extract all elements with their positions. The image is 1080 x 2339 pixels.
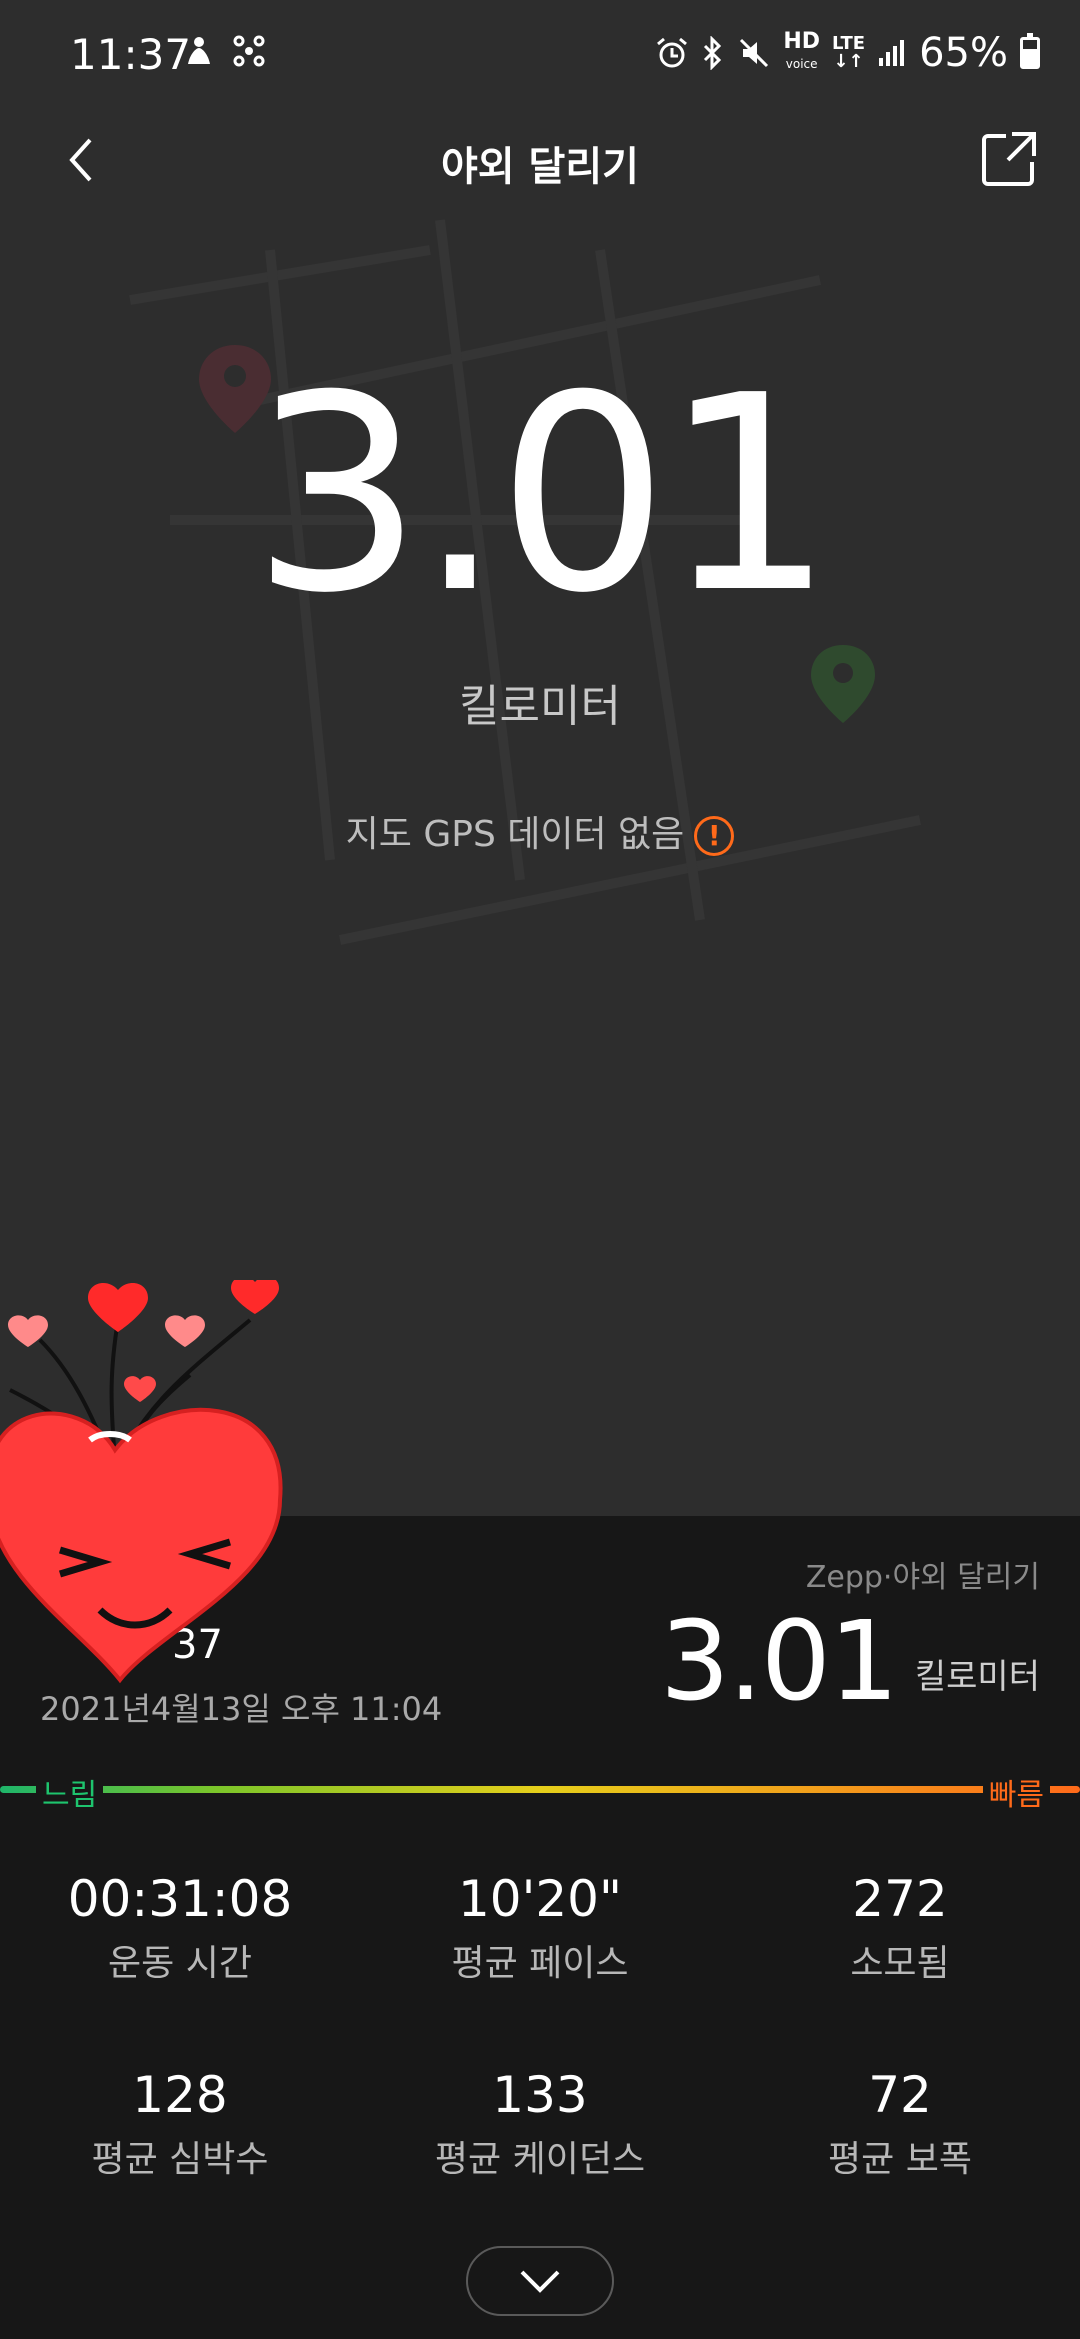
top-bar: 야외 달리기 [0, 116, 1080, 206]
hd-voice-indicator: HD voice [783, 29, 821, 72]
stat-value: 133 [492, 2066, 588, 2124]
stat-value: 00:31:08 [67, 1870, 293, 1928]
stat-label: 평균 페이스 [451, 1943, 629, 1984]
share-button[interactable] [978, 128, 1040, 190]
activity-source: Zepp·야외 달리기 [805, 1560, 1040, 1595]
stat-avg-cadence: 133 평균 케이던스 [360, 2066, 720, 2182]
distance-unit: 킬로미터 [459, 681, 621, 732]
stat-avg-stride: 72 평균 보폭 [720, 2066, 1080, 2182]
no-gps-text: 지도 GPS 데이터 없음 [345, 814, 685, 855]
summary-distance-value: 3.01 [659, 1597, 899, 1725]
alarm-icon [657, 37, 688, 68]
lte-indicator: LTE ↓↑ [832, 33, 866, 72]
connection-hub-icon [233, 35, 265, 67]
status-bar: 11:37 HD voice LTE ↓↑ 65% [0, 0, 1080, 116]
battery-icon [1020, 33, 1040, 69]
stat-calories: 272 소모됨 [720, 1870, 1080, 1986]
pace-slow-label: 느림 [36, 1770, 104, 1814]
pace-fast-label: 빠름 [982, 1770, 1050, 1814]
mute-icon [740, 38, 769, 68]
page-title: 야외 달리기 [441, 144, 639, 190]
expand-button[interactable] [466, 2246, 614, 2316]
battery-percent: 65% [919, 30, 1008, 76]
stat-value: 10'20" [458, 1870, 622, 1928]
stat-value: 72 [868, 2066, 932, 2124]
summary-distance: 3.01 킬로미터 [660, 1606, 1040, 1716]
bluetooth-icon [704, 36, 722, 70]
stat-label: 소모됨 [850, 1943, 950, 1984]
pace-scale: 느림 빠름 [0, 1770, 1080, 1814]
notification-app-icon [188, 37, 210, 64]
distance-value: 3.01 [251, 337, 834, 652]
heart-sticker [0, 1280, 283, 1684]
stat-label: 평균 보폭 [828, 2139, 972, 2180]
stat-label: 운동 시간 [108, 1943, 252, 1984]
warning-icon[interactable]: ! [694, 816, 735, 856]
chevron-down-icon [520, 2270, 560, 2293]
status-time: 11:37 [70, 30, 192, 79]
stat-label: 평균 심박수 [91, 2139, 269, 2180]
pace-gradient [0, 1786, 1080, 1793]
share-icon [982, 132, 1036, 186]
stat-value: 128 [132, 2066, 228, 2124]
stat-avg-pace: 10'20" 평균 페이스 [360, 1870, 720, 1986]
stat-label: 평균 케이던스 [434, 2139, 646, 2180]
stat-value: 272 [852, 1870, 948, 1928]
no-gps-notice: 지도 GPS 데이터 없음! [0, 805, 1080, 857]
summary-distance-unit: 킬로미터 [914, 1657, 1040, 1697]
stat-duration: 00:31:08 운동 시간 [0, 1870, 360, 1986]
signal-icon [879, 40, 905, 66]
stat-avg-heart-rate: 128 평균 심박수 [0, 2066, 360, 2182]
